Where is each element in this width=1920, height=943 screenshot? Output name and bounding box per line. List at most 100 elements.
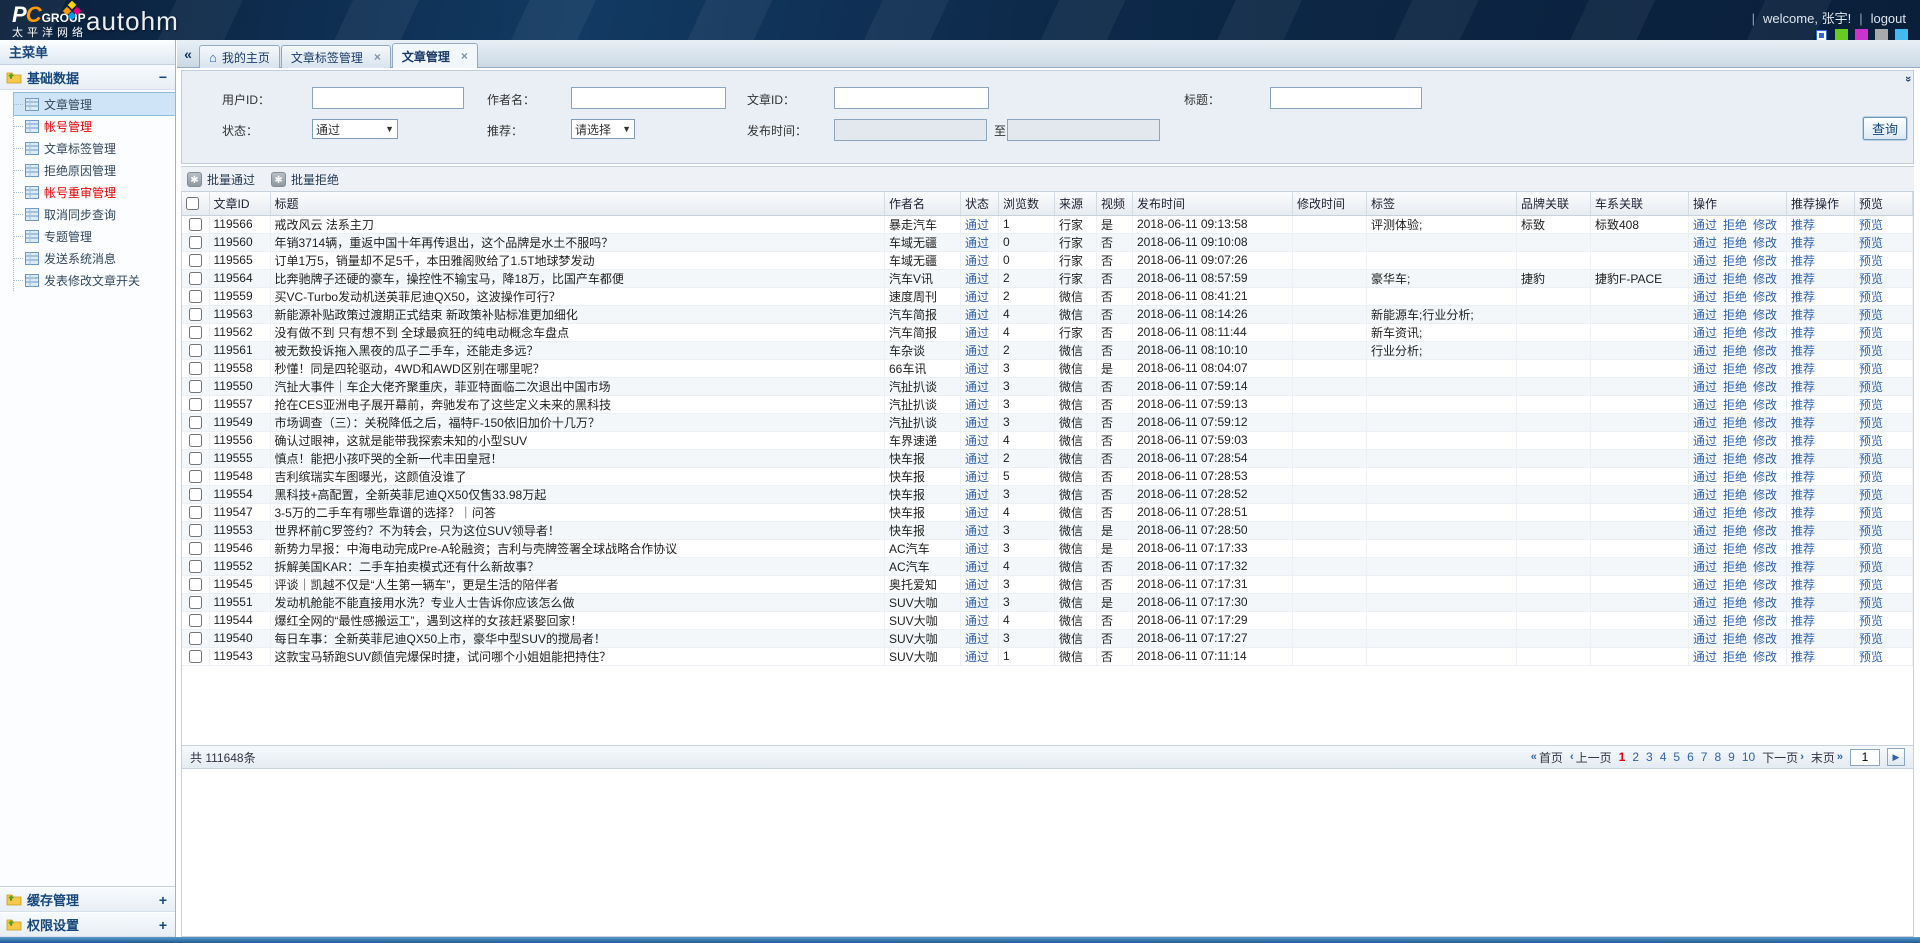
recommend-link[interactable]: 推荐 [1791,452,1815,466]
edit-link[interactable]: 修改 [1753,614,1777,628]
preview-link[interactable]: 预览 [1859,470,1883,484]
reject-link[interactable]: 拒绝 [1723,434,1747,448]
column-header[interactable]: 文章ID [209,192,270,215]
approve-link[interactable]: 通过 [1693,542,1717,556]
preview-link[interactable]: 预览 [1859,218,1883,232]
collapse-minus-icon[interactable]: − [159,70,167,84]
row-checkbox[interactable] [189,362,202,375]
logout-link[interactable]: logout [1871,11,1906,26]
approve-link[interactable]: 通过 [1693,272,1717,286]
theme-swatch[interactable] [1875,29,1888,40]
goto-page-button[interactable]: ▶ [1887,748,1905,766]
prev-page-button[interactable]: ‹上一页 [1570,749,1612,766]
recommend-link[interactable]: 推荐 [1791,578,1815,592]
preview-link[interactable]: 预览 [1859,650,1883,664]
reject-link[interactable]: 拒绝 [1723,308,1747,322]
recommend-link[interactable]: 推荐 [1791,506,1815,520]
recommend-link[interactable]: 推荐 [1791,308,1815,322]
reject-link[interactable]: 拒绝 [1723,344,1747,358]
close-icon[interactable]: × [374,50,381,64]
page-number-link[interactable]: 3 [1646,750,1653,764]
theme-swatch[interactable] [1895,29,1908,40]
preview-link[interactable]: 预览 [1859,596,1883,610]
edit-link[interactable]: 修改 [1753,524,1777,538]
approve-link[interactable]: 通过 [1693,452,1717,466]
recommend-link[interactable]: 推荐 [1791,650,1815,664]
panel-collapse-chevron-icon[interactable]: » [1902,76,1914,80]
column-header[interactable]: 修改时间 [1293,192,1367,215]
column-header[interactable]: 浏览数 [999,192,1055,215]
row-checkbox[interactable] [189,254,202,267]
preview-link[interactable]: 预览 [1859,380,1883,394]
reject-link[interactable]: 拒绝 [1723,218,1747,232]
row-checkbox[interactable] [189,326,202,339]
preview-link[interactable]: 预览 [1859,542,1883,556]
reject-link[interactable]: 拒绝 [1723,560,1747,574]
approve-link[interactable]: 通过 [1693,254,1717,268]
edit-link[interactable]: 修改 [1753,542,1777,556]
approve-link[interactable]: 通过 [1693,614,1717,628]
recommend-link[interactable]: 推荐 [1791,542,1815,556]
approve-link[interactable]: 通过 [1693,560,1717,574]
expand-plus-icon[interactable]: + [159,918,167,932]
reject-link[interactable]: 拒绝 [1723,326,1747,340]
search-button[interactable]: 查询 [1863,117,1907,140]
approve-link[interactable]: 通过 [1693,308,1717,322]
goto-page-input[interactable] [1850,749,1880,766]
sidebar-group-basic-data[interactable]: 基础数据 − [0,65,175,90]
reject-link[interactable]: 拒绝 [1723,398,1747,412]
recommend-link[interactable]: 推荐 [1791,488,1815,502]
theme-swatch[interactable] [1835,29,1848,40]
reject-link[interactable]: 拒绝 [1723,470,1747,484]
reject-link[interactable]: 拒绝 [1723,254,1747,268]
last-page-button[interactable]: 末页» [1811,749,1843,766]
row-checkbox[interactable] [189,344,202,357]
reject-link[interactable]: 拒绝 [1723,506,1747,520]
sidebar-item-link[interactable]: 文章标签管理 [14,137,175,159]
recommend-link[interactable]: 推荐 [1791,560,1815,574]
recommend-link[interactable]: 推荐 [1791,362,1815,376]
approve-link[interactable]: 通过 [1693,506,1717,520]
row-checkbox[interactable] [189,218,202,231]
recommend-link[interactable]: 推荐 [1791,470,1815,484]
reject-link[interactable]: 拒绝 [1723,380,1747,394]
column-header[interactable]: 推荐操作 [1787,192,1855,215]
tab-active[interactable]: 文章管理× [392,43,478,68]
reject-link[interactable]: 拒绝 [1723,524,1747,538]
article-id-input[interactable] [834,87,989,109]
approve-link[interactable]: 通过 [1693,524,1717,538]
page-number-link[interactable]: 9 [1728,750,1735,764]
theme-swatch[interactable] [1855,29,1868,40]
page-number-current[interactable]: 1 [1619,750,1626,764]
preview-link[interactable]: 预览 [1859,578,1883,592]
row-checkbox[interactable] [189,398,202,411]
edit-link[interactable]: 修改 [1753,632,1777,646]
column-header[interactable]: 来源 [1055,192,1097,215]
sidebar-item-link[interactable]: 发送系统消息 [14,247,175,269]
recommend-link[interactable]: 推荐 [1791,236,1815,250]
edit-link[interactable]: 修改 [1753,470,1777,484]
page-number-link[interactable]: 7 [1701,750,1708,764]
preview-link[interactable]: 预览 [1859,362,1883,376]
row-checkbox[interactable] [189,236,202,249]
column-header[interactable]: 品牌关联 [1517,192,1591,215]
reject-link[interactable]: 拒绝 [1723,236,1747,250]
page-number-link[interactable]: 10 [1742,750,1755,764]
publish-time-to-input[interactable] [1007,119,1160,141]
reject-link[interactable]: 拒绝 [1723,578,1747,592]
sidebar-item-link[interactable]: 取消同步查询 [14,203,175,225]
preview-link[interactable]: 预览 [1859,272,1883,286]
approve-link[interactable]: 通过 [1693,596,1717,610]
sidebar-group-cache[interactable]: 缓存管理 + [0,887,175,912]
row-checkbox[interactable] [189,524,202,537]
preview-link[interactable]: 预览 [1859,326,1883,340]
column-header[interactable]: 操作 [1689,192,1787,215]
preview-link[interactable]: 预览 [1859,524,1883,538]
edit-link[interactable]: 修改 [1753,488,1777,502]
select-all-checkbox[interactable] [186,197,199,210]
sidebar-item-link[interactable]: 发表修改文章开关 [14,269,175,291]
edit-link[interactable]: 修改 [1753,344,1777,358]
approve-link[interactable]: 通过 [1693,416,1717,430]
reject-link[interactable]: 拒绝 [1723,452,1747,466]
reject-link[interactable]: 拒绝 [1723,362,1747,376]
